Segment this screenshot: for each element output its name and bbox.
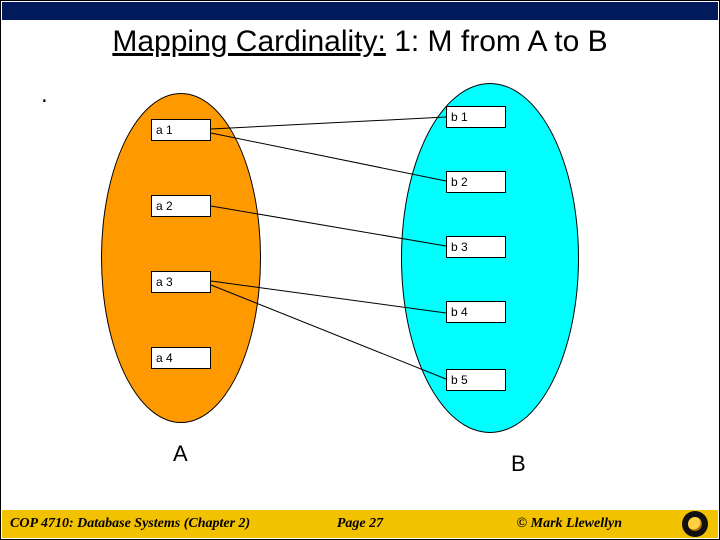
pegasus-icon [688,517,702,531]
node-b2: b 2 [446,171,506,193]
footer-page: Page 27 [337,516,383,532]
footer-course: COP 4710: Database Systems (Chapter 2) [10,516,250,532]
slide-title: Mapping Cardinality: 1: M from A to B [1,25,719,59]
node-b3: b 3 [446,236,506,258]
title-main: Mapping Cardinality: [112,25,385,58]
footer-author: © Mark Llewellyn [517,516,622,532]
title-sub: 1: M from A to B [386,25,608,58]
ucf-logo-icon [682,511,708,537]
node-a4: a 4 [151,347,211,369]
node-a1: a 1 [151,119,211,141]
footer-bar: COP 4710: Database Systems (Chapter 2) P… [2,510,718,538]
node-a3: a 3 [151,271,211,293]
node-b4: b 4 [446,301,506,323]
top-accent-bar [2,2,718,20]
set-a-ellipse [101,93,261,423]
set-b-label: B [511,451,526,477]
slide: Mapping Cardinality: 1: M from A to B . … [0,0,720,540]
node-b5: b 5 [446,369,506,391]
bullet-dot: . [41,81,48,109]
node-b1: b 1 [446,106,506,128]
set-a-label: A [173,441,188,467]
node-a2: a 2 [151,195,211,217]
